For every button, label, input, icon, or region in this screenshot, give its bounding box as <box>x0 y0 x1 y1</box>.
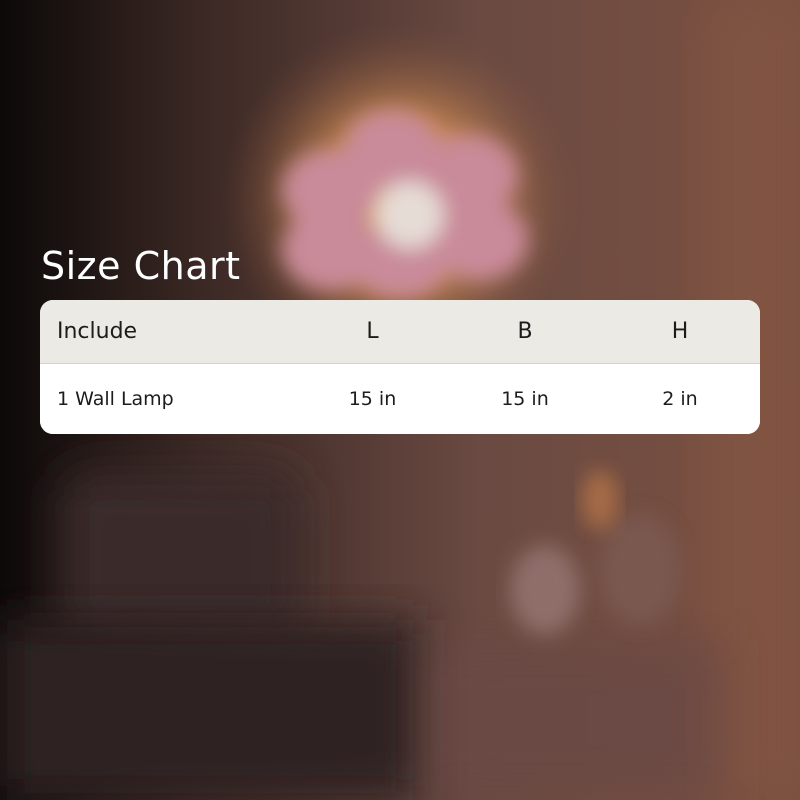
table-row: 1 Wall Lamp 15 in 15 in 2 in <box>40 364 760 434</box>
cell-include: 1 Wall Lamp <box>57 388 174 410</box>
page-title: Size Chart <box>41 244 241 288</box>
cell-height: 2 in <box>662 388 698 410</box>
header-height: H <box>671 319 689 344</box>
header-length: L <box>366 319 379 344</box>
table-header-row: Include L B H <box>40 300 760 364</box>
size-chart-table: Include L B H 1 Wall Lamp 15 in 15 in 2 … <box>40 300 760 434</box>
cell-breadth: 15 in <box>501 388 549 410</box>
cell-length: 15 in <box>348 388 397 410</box>
header-include: Include <box>57 319 138 344</box>
header-breadth: B <box>517 319 533 344</box>
